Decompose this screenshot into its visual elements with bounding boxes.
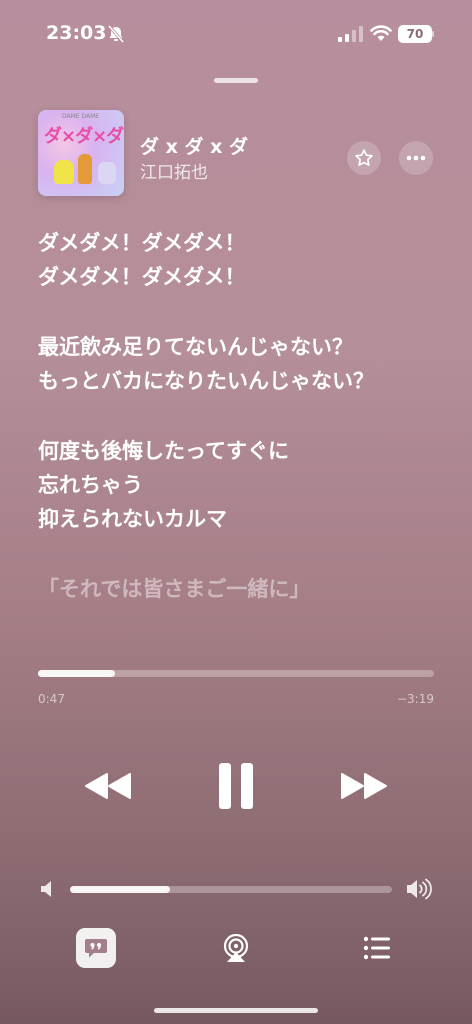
sheet-grabber[interactable] xyxy=(214,78,258,83)
lyric-line[interactable]: ダメダメ！ダメダメ！ xyxy=(38,226,448,260)
lyric-line[interactable]: 抑えられないカルマ xyxy=(38,502,448,536)
lyric-gap xyxy=(38,536,448,572)
volume-slider-fill xyxy=(70,886,170,893)
pause-icon xyxy=(219,763,253,809)
song-title[interactable]: ダ x ダ x ダ xyxy=(140,132,248,159)
status-time: 23:03 xyxy=(46,22,107,44)
artwork-title-text: ダ×ダ×ダ xyxy=(44,126,124,147)
lyric-line[interactable]: もっとバカになりたいんじゃない？ xyxy=(38,364,448,398)
bell-slash-icon xyxy=(107,25,125,43)
elapsed-time: 0:47 xyxy=(38,692,65,706)
backward-icon xyxy=(85,773,131,799)
volume-high-icon xyxy=(407,878,432,900)
cellular-signal-icon xyxy=(338,26,363,42)
remaining-time: −3:19 xyxy=(396,692,434,706)
lyric-line[interactable]: 忘れちゃう xyxy=(38,468,448,502)
lyric-line[interactable]: 何度も後悔したってすぐに xyxy=(38,434,448,468)
forward-icon xyxy=(341,773,387,799)
lyric-gap xyxy=(38,294,448,330)
album-artwork[interactable]: DAME DAME ダ×ダ×ダ xyxy=(38,110,124,196)
volume-low-icon xyxy=(41,881,51,897)
lyrics-view[interactable]: ダメダメ！ダメダメ！ ダメダメ！ダメダメ！ 最近飲み足りてないんじゃない？ もっ… xyxy=(38,226,448,606)
more-options-button[interactable] xyxy=(399,141,433,175)
previous-track-button[interactable] xyxy=(82,764,134,808)
artwork-character xyxy=(54,160,74,184)
favorite-button[interactable] xyxy=(347,141,381,175)
lyric-line[interactable]: 最近飲み足りてないんじゃない？ xyxy=(38,330,448,364)
quote-bubble-icon xyxy=(85,939,107,958)
list-icon[interactable] xyxy=(362,934,392,962)
status-bar: 23:03 70 xyxy=(0,0,472,60)
playback-scrubber[interactable] xyxy=(38,670,434,677)
battery-nub xyxy=(432,31,434,37)
airplay-icon[interactable] xyxy=(220,932,252,964)
star-icon xyxy=(355,149,373,166)
ellipsis-icon xyxy=(406,155,426,161)
artwork-character xyxy=(78,154,92,184)
artwork-small-text: DAME DAME xyxy=(62,113,100,120)
wifi-icon xyxy=(370,25,392,41)
artwork-character xyxy=(98,162,116,184)
playback-progress-fill xyxy=(38,670,116,677)
pause-button[interactable] xyxy=(212,760,260,812)
home-indicator[interactable] xyxy=(154,1008,318,1013)
artist-name[interactable]: 江口拓也 xyxy=(140,158,208,183)
lyric-gap xyxy=(38,398,448,434)
lyric-line[interactable]: ダメダメ！ダメダメ！ xyxy=(38,260,448,294)
volume-slider[interactable] xyxy=(70,886,392,893)
lyric-line-upcoming[interactable]: 「それでは皆さまご一緒に」 xyxy=(38,572,448,606)
lyrics-toggle-button[interactable] xyxy=(76,928,116,968)
next-track-button[interactable] xyxy=(338,764,390,808)
battery-indicator: 70 xyxy=(398,25,432,43)
